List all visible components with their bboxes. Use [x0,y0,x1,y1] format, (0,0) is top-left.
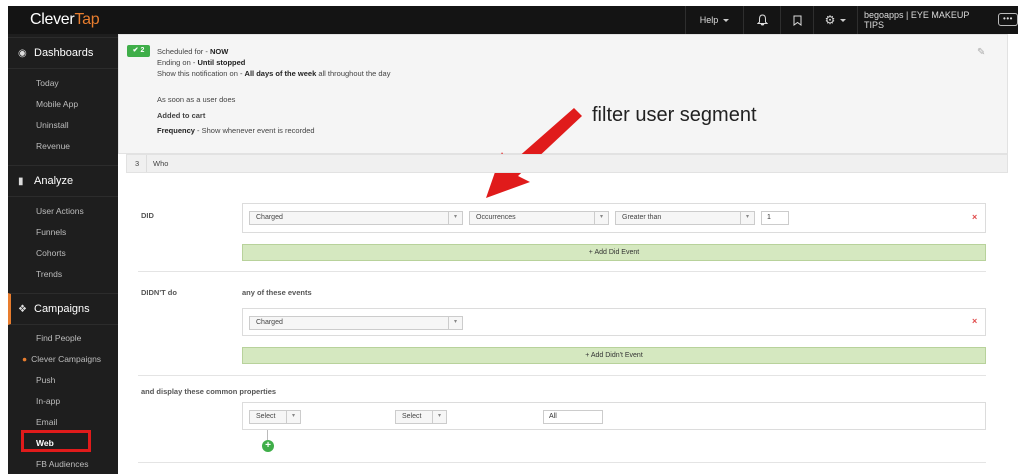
app-root: CleverTap Help ⚙ begoapps | EYE MAKEUP T… [0,0,1028,474]
dashboard-icon: ◉ [18,47,27,59]
bookmark-icon [793,15,801,26]
schedule-line: Scheduled for - NOW [157,47,229,56]
trigger-event: Added to cart [157,111,206,120]
section-label: Analyze [34,175,74,187]
section-title: Who [153,159,169,168]
lightbulb-icon: ● [22,354,28,364]
step-badge[interactable]: ✔ 2 [127,45,150,57]
main-content: ✔ 2 Scheduled for - NOW Ending on - Unti… [118,34,1018,474]
frequency-line: Frequency - Show whenever event is recor… [157,126,315,135]
sidebar-item-user-actions[interactable]: User Actions [36,206,84,216]
didnt-label: DIDN'T do [141,288,177,297]
didnt-event-select[interactable]: Charged ▾ [249,316,463,330]
chevron-down-icon [840,18,847,22]
sidebar-item-clever-campaigns[interactable]: ● Clever Campaigns [22,354,101,364]
sidebar-item-email[interactable]: Email [36,417,57,427]
didnt-qualifier: any of these events [242,288,312,297]
chevron-down-icon: ▾ [448,211,462,225]
settings-menu[interactable]: ⚙ [813,6,857,34]
property-value-input[interactable]: All [543,410,603,424]
sidebar-item-revenue[interactable]: Revenue [36,141,70,151]
bookmarks-button[interactable] [780,6,813,34]
days-line: Show this notification on - All days of … [157,69,391,78]
account-label: begoapps | EYE MAKEUP TIPS [864,10,970,30]
add-didnt-event-button[interactable]: + Add Didn't Event [242,347,986,364]
bell-icon [756,14,768,26]
notifications-button[interactable] [743,6,780,34]
help-menu[interactable]: Help [685,6,743,34]
sidebar-item-find-people[interactable]: Find People [36,333,81,343]
property-select[interactable]: Select ▾ [249,410,301,424]
properties-row: Select ▾ Select ▾ All [242,402,986,430]
sidebar-item-funnels[interactable]: Funnels [36,227,66,237]
help-label: Help [699,15,719,25]
chevron-down-icon: ▾ [432,410,446,424]
sidebar-item-trends[interactable]: Trends [36,269,62,279]
top-bar: CleverTap Help ⚙ begoapps | EYE MAKEUP T… [8,6,1018,34]
sidebar-item-today[interactable]: Today [36,78,59,88]
divider [138,462,986,463]
chevron-down-icon: ▾ [448,316,462,330]
did-operator-select[interactable]: Greater than ▾ [615,211,755,225]
properties-label: and display these common properties [141,387,277,396]
chevron-down-icon: ▾ [594,211,608,225]
ending-line: Ending on - Until stopped [157,58,246,67]
did-event-select[interactable]: Charged ▾ [249,211,463,225]
add-property-icon[interactable]: + [262,440,274,452]
sidebar-item-cohorts[interactable]: Cohorts [36,248,66,258]
chevron-down-icon: ▾ [286,410,300,424]
annotation-text: filter user segment [592,104,757,126]
gear-icon: ⚙ [824,13,836,27]
more-button[interactable]: ••• [998,13,1018,26]
bar-chart-icon: ▮ [18,175,24,187]
sidebar-item-label: Clever Campaigns [31,354,102,364]
chevron-down-icon: ▾ [740,211,754,225]
highlight-box [21,430,91,452]
add-did-event-button[interactable]: + Add Did Event [242,244,986,261]
clevertap-logo[interactable]: CleverTap [30,11,100,29]
divider [138,375,986,376]
did-metric-select[interactable]: Occurrences ▾ [469,211,609,225]
step-number: 3 [135,155,147,172]
account-switcher[interactable]: begoapps | EYE MAKEUP TIPS [857,6,985,34]
edit-pencil-icon[interactable]: ✎ [977,47,985,58]
did-label: DID [141,211,154,220]
sidebar-item-fb-audiences[interactable]: FB Audiences [36,459,88,469]
did-value-input[interactable]: 1 [761,211,789,225]
property-operator-select[interactable]: Select ▾ [395,410,447,424]
sidebar-item-uninstall[interactable]: Uninstall [36,120,69,130]
who-section-header: 3 Who [126,154,1008,173]
section-label: Dashboards [34,47,94,59]
remove-didnt-icon[interactable]: × [972,316,977,326]
sidebar: ◉ Dashboards Today Mobile App Uninstall … [8,34,118,474]
divider [138,271,986,272]
trigger-line: As soon as a user does [157,95,236,104]
chat-bubbles-icon: ❖ [18,303,27,315]
sidebar-section-dashboards[interactable]: ◉ Dashboards [8,37,118,69]
remove-did-icon[interactable]: × [972,212,977,222]
sidebar-section-campaigns[interactable]: ❖ Campaigns [8,293,118,325]
did-event-row: Charged ▾ Occurrences ▾ Greater than ▾ 1 × [242,203,986,233]
sidebar-item-mobile-app[interactable]: Mobile App [36,99,78,109]
didnt-event-row: Charged ▾ × [242,308,986,336]
sidebar-item-push[interactable]: Push [36,375,55,385]
section-label: Campaigns [34,303,90,315]
sidebar-item-in-app[interactable]: In-app [36,396,60,406]
chevron-down-icon [723,18,730,22]
sidebar-section-analyze[interactable]: ▮ Analyze [8,165,118,197]
connector-line [267,430,268,440]
